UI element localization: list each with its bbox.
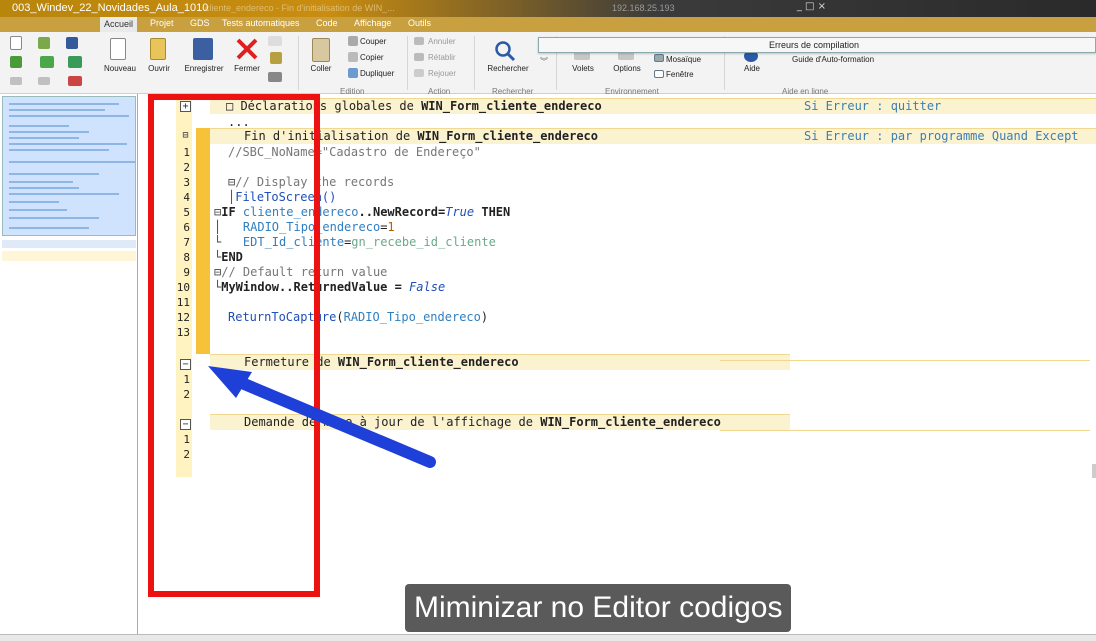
redo-icon[interactable] [414, 53, 424, 61]
cut-icon[interactable] [348, 36, 358, 46]
ribbon-tabs: Accueil Projet GDS Tests automatiques Co… [0, 17, 1096, 32]
ip-address: 192.168.25.193 [612, 3, 675, 13]
section-header-declarations[interactable]: □ Déclarations globales de WIN_Form_clie… [210, 98, 1096, 114]
thumbnail-section[interactable] [2, 251, 136, 261]
font-icon[interactable] [268, 36, 282, 46]
green-window-icon[interactable] [10, 56, 22, 68]
paste-icon[interactable] [312, 38, 330, 62]
window-controls[interactable]: _ □ × [797, 1, 826, 12]
section-error-mode[interactable]: Si Erreur : par programme Quand Except [804, 129, 1079, 143]
tab-gds[interactable]: GDS [186, 18, 214, 28]
pointer-arrow-icon [208, 366, 436, 468]
open-project-icon[interactable] [38, 37, 50, 49]
tab-outils[interactable]: Outils [404, 18, 435, 28]
undo-small-icon[interactable] [10, 77, 22, 85]
enregistrer-button[interactable]: Enregistrer [179, 64, 229, 73]
section-divider [720, 360, 1090, 361]
go-test-icon[interactable] [68, 56, 82, 68]
tab-code[interactable]: Code [312, 18, 342, 28]
tab-accueil[interactable]: Accueil [100, 17, 138, 32]
search-icon[interactable] [494, 40, 516, 62]
replay-icon[interactable] [414, 69, 424, 77]
annuler-button[interactable]: Annuler [428, 37, 456, 46]
mosaique-button[interactable]: Mosaïque [666, 55, 701, 64]
section-header-init[interactable]: Fin d'initialisation de WIN_Form_cliente… [210, 128, 1096, 144]
tab-projet[interactable]: Projet [146, 18, 178, 28]
separator [474, 36, 475, 90]
separator [298, 36, 299, 90]
fenetre-button[interactable]: Fenêtre [666, 70, 694, 79]
guide-button[interactable]: Guide d'Auto-formation [792, 55, 874, 64]
highlight-rectangle [148, 94, 320, 597]
aide-button[interactable]: Aide [736, 64, 768, 73]
fermer-button[interactable]: Fermer [230, 64, 264, 73]
compilation-errors-panel[interactable]: Erreurs de compilation [538, 37, 1096, 53]
couper-button[interactable]: Couper [360, 37, 386, 46]
section-error-mode[interactable]: Si Erreur : quitter [804, 99, 941, 113]
retablir-button[interactable]: Rétablir [428, 53, 456, 62]
options-button[interactable]: Options [608, 64, 646, 73]
nouveau-icon[interactable] [110, 38, 126, 60]
ouvrir-button[interactable]: Ouvrir [143, 64, 175, 73]
go-icon[interactable] [40, 56, 54, 68]
vertical-scrollbar[interactable] [1092, 464, 1096, 478]
new-file-icon[interactable] [10, 36, 22, 50]
window-subtitle: cliente_endereco - Fin d'initialisation … [205, 3, 395, 13]
tab-tests-automatiques[interactable]: Tests automatiques [218, 18, 304, 28]
printer-icon[interactable] [268, 72, 282, 82]
coller-button[interactable]: Coller [306, 64, 336, 73]
separator [407, 36, 408, 90]
screenshot: 003_Windev_22_Novidades_Aula_1010 client… [0, 0, 1096, 641]
video-caption: Miminizar no Editor codigos [405, 584, 792, 632]
undo-icon[interactable] [414, 37, 424, 45]
mosaique-icon[interactable] [654, 54, 664, 62]
brush-icon[interactable] [270, 52, 282, 64]
rechercher-button[interactable]: Rechercher [482, 64, 534, 73]
hierarchy-icon[interactable] [68, 76, 82, 86]
code-thumbnail[interactable] [2, 96, 136, 236]
copy-icon[interactable] [348, 52, 358, 62]
save-icon[interactable] [193, 38, 213, 60]
compilation-errors-title: Erreurs de compilation [769, 40, 860, 50]
window-title: 003_Windev_22_Novidades_Aula_1010 [12, 2, 209, 14]
duplicate-icon[interactable] [348, 68, 358, 78]
copier-button[interactable]: Copier [360, 53, 384, 62]
rejouer-button[interactable]: Rejouer [428, 69, 456, 78]
nouveau-button[interactable]: Nouveau [101, 64, 139, 73]
fenetre-icon[interactable] [654, 70, 664, 78]
title-bar: 003_Windev_22_Novidades_Aula_1010 client… [0, 0, 1096, 17]
save-small-icon[interactable] [66, 37, 78, 49]
section-divider [720, 430, 1090, 431]
thumbnail-section[interactable] [2, 240, 136, 248]
close-icon[interactable] [236, 38, 258, 60]
dupliquer-button[interactable]: Dupliquer [360, 69, 394, 78]
tab-affichage[interactable]: Affichage [350, 18, 395, 28]
code-overview-pane[interactable] [0, 94, 138, 641]
status-bar [0, 634, 1096, 641]
ouvrir-icon[interactable] [150, 38, 166, 60]
redo-small-icon[interactable] [38, 77, 50, 85]
volets-button[interactable]: Volets [566, 64, 600, 73]
chevron-down-icon[interactable]: ︾ [540, 56, 548, 67]
